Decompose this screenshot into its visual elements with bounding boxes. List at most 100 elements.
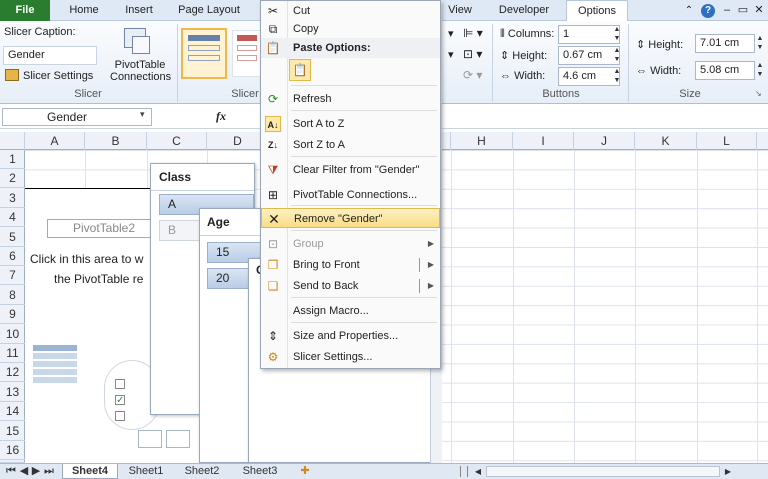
row-header[interactable]: 7 [0,266,25,286]
group-separator [177,24,178,102]
scroll-left-icon[interactable]: ◀ [472,464,484,479]
column-header[interactable]: J [574,132,635,150]
ribbon-minimize-icon[interactable]: ⌃ [682,0,696,21]
prev-sheet-icon[interactable]: ◀ [18,464,30,479]
button-width-spinner[interactable]: ▲ ▼ [612,67,622,86]
menu-item-remove[interactable]: ✕ Remove "Gender" [261,208,440,228]
size-width-label-text: Width: [650,65,682,77]
menu-item-copy[interactable]: ⧉ Copy [261,19,440,39]
row-header[interactable]: 3 [0,189,25,208]
column-header[interactable]: B [85,132,147,150]
rotate-icon[interactable]: ⟳ ▾ [463,68,482,82]
menu-item-bring-to-front[interactable]: ❐ Bring to Front ▶ [261,255,440,275]
menu-item-cut[interactable]: ✂ Cut [261,1,440,21]
slicer-caption-input[interactable]: Gender [3,46,97,65]
menu-item-size-properties[interactable]: ⇕ Size and Properties... [261,326,440,346]
tab-insert[interactable]: Insert [114,0,164,21]
slicer-style-1[interactable] [181,28,227,79]
sheet-tab-sheet2[interactable]: Sheet2 [176,464,228,479]
size-width-spinner[interactable]: ▲ ▼ [755,61,765,80]
scroll-right-icon[interactable]: ▶ [722,464,734,479]
tab-developer[interactable]: Developer [490,0,558,21]
next-sheet-icon[interactable]: ▶ [30,464,42,479]
slicer-style-2[interactable] [232,30,262,77]
tab-page-layout[interactable]: Page Layout [170,0,248,21]
row-header[interactable]: 9 [0,305,25,325]
menu-item-sort-az[interactable]: A↓ Sort A to Z [261,114,440,134]
group-objects-icon[interactable]: ⊡ ▾ [463,47,482,61]
button-width-input[interactable]: 4.6 cm [558,67,620,86]
name-box[interactable]: Gender [2,108,152,126]
row-header[interactable]: 16 [0,441,25,460]
row-header[interactable]: 12 [0,363,25,383]
menu-item-slicer-settings[interactable]: ⚙ Slicer Settings... [261,347,440,367]
button-height-spinner[interactable]: ▲ ▼ [612,46,622,65]
insert-sheet-icon[interactable]: ✚ [294,464,316,479]
size-width-input[interactable]: 5.08 cm [695,61,755,80]
row-header[interactable]: 11 [0,344,25,363]
submenu-arrow-icon: ▶ [427,281,434,290]
send-to-back-icon: ❏ [267,279,279,293]
menu-item-refresh[interactable]: ⟳ Refresh [261,89,440,109]
menu-item-label: Copy [293,23,319,35]
menu-item-label: Refresh [293,93,332,105]
menu-item-sort-za[interactable]: Z↓ Sort Z to A [261,135,440,155]
align-icon[interactable]: ⊫ ▾ [463,26,483,40]
columns-spinner[interactable]: ▲ ▼ [612,25,622,44]
row-header[interactable]: 6 [0,247,25,266]
name-box-dropdown-icon[interactable]: ▾ [140,109,145,120]
pivottable-connections-button[interactable]: PivotTable Connections [110,59,171,83]
last-sheet-icon[interactable]: ⏭ [42,464,56,479]
window-close-icon[interactable]: ✕ [752,0,766,21]
column-header[interactable]: K [635,132,697,150]
size-height-input[interactable]: 7.01 cm [695,34,755,53]
row-header[interactable]: 10 [0,325,25,344]
column-header[interactable]: A [25,132,85,150]
row-header[interactable]: 5 [0,228,25,247]
menu-item-send-to-back[interactable]: ❏ Send to Back ▶ [261,276,440,296]
row-header[interactable]: 8 [0,286,25,305]
sheet-tab-sheet1[interactable]: Sheet1 [120,464,172,479]
size-properties-icon: ⇕ [267,329,279,343]
tab-view[interactable]: View [440,0,480,21]
horizontal-scrollbar-thumb[interactable] [486,466,720,477]
select-all-corner[interactable] [0,132,25,150]
window-minimize-icon[interactable]: – [720,0,734,21]
row-header[interactable]: 13 [0,383,25,402]
button-height-input[interactable]: 0.67 cm [558,46,620,65]
tab-home[interactable]: Home [58,0,110,21]
columns-input[interactable]: 1 [558,25,620,44]
button-width-label: ⇔ Width: [500,70,545,82]
menu-item-pivottable-connections[interactable]: ⊞ PivotTable Connections... [261,185,440,205]
tab-file[interactable]: File [0,0,50,21]
column-header[interactable]: I [513,132,574,150]
row-header[interactable]: 4 [0,208,25,228]
row-header[interactable]: 1 [0,150,25,169]
fx-icon[interactable]: fx [216,109,226,124]
help-icon[interactable]: ? [700,0,716,21]
tab-options[interactable]: Options [566,0,628,22]
sheet-tab-sheet3[interactable]: Sheet3 [234,464,286,479]
sheet-tab-sheet4[interactable]: Sheet4 [62,464,118,479]
pivottable-placeholder: PivotTable2 [47,219,161,238]
ribbon-arrow-icon[interactable]: ▾ [448,27,454,40]
menu-item-assign-macro[interactable]: Assign Macro... [261,301,440,321]
row-header[interactable]: 15 [0,422,25,441]
paste-option-icon[interactable]: 📋 [289,59,311,81]
slicer-settings-button[interactable]: Slicer Settings [5,69,93,82]
menu-item-label: Paste Options: [293,42,371,54]
column-header[interactable]: C [147,132,207,150]
dialog-launcher-icon[interactable]: ↘ [755,89,762,98]
row-header[interactable]: 14 [0,402,25,422]
menu-item-clear-filter[interactable]: ⧩ Clear Filter from "Gender" [261,160,440,180]
horizontal-scroll-splitter[interactable] [460,466,468,477]
column-header[interactable]: L [697,132,757,150]
column-header[interactable]: H [451,132,513,150]
first-sheet-icon[interactable]: ⏮ [4,464,18,479]
size-height-spinner[interactable]: ▲ ▼ [755,34,765,53]
group-separator [628,24,629,102]
menu-item-group[interactable]: ⊡ Group ▶ [261,234,440,254]
row-header[interactable]: 2 [0,169,25,189]
window-restore-icon[interactable]: ▭ [736,0,750,21]
ribbon-arrow-icon[interactable]: ▾ [448,48,454,61]
